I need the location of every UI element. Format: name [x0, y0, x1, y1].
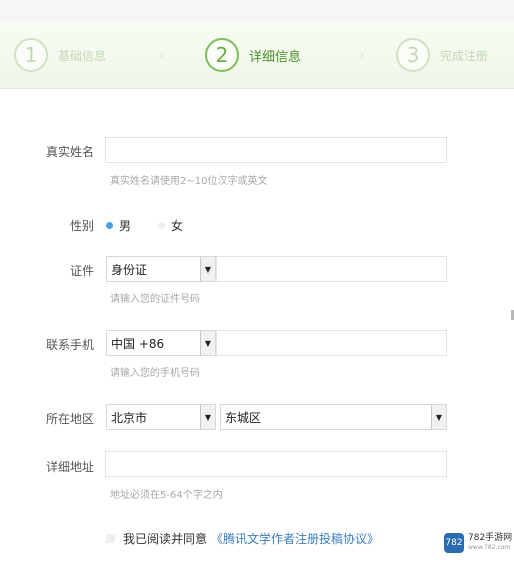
watermark-title: 782手游网	[468, 533, 513, 543]
triangle-down-icon[interactable]: ▼	[431, 405, 446, 429]
address-hint: 地址必须在5-64个字之内	[110, 490, 223, 501]
step-progress-bar: 1 基础信息 › 2 详细信息 › 3 完成注册	[0, 22, 514, 89]
chevron-right-icon: ›	[160, 48, 165, 62]
triangle-down-icon[interactable]: ▼	[200, 331, 215, 355]
real-name-label: 真实姓名	[45, 145, 94, 159]
step-1-number: 1	[14, 38, 48, 72]
step-1-label: 基础信息	[58, 48, 107, 63]
id-type-select[interactable]: 身份证 ▼	[106, 256, 216, 282]
triangle-down-icon[interactable]: ▼	[200, 257, 215, 281]
step-2-number: 2	[205, 38, 239, 72]
agree-checkbox[interactable]	[106, 534, 115, 543]
gender-female-radio[interactable]: 女	[158, 217, 183, 234]
id-number-input[interactable]	[216, 256, 447, 282]
gender-male-radio[interactable]: 男	[106, 217, 131, 234]
triangle-down-icon[interactable]: ▼	[200, 405, 215, 429]
step-3-label: 完成注册	[440, 48, 489, 63]
district-value: 东城区	[225, 410, 262, 425]
real-name-hint: 真实姓名请使用2~10位汉字或英文	[110, 176, 268, 187]
agreement-row: 我已阅读并同意 《腾讯文学作者注册投稿协议》	[106, 530, 379, 547]
chevron-right-icon: ›	[360, 48, 365, 62]
agreement-link[interactable]: 《腾讯文学作者注册投稿协议》	[211, 530, 379, 547]
id-type-value: 身份证	[111, 262, 148, 277]
id-type-label: 证件	[69, 264, 94, 278]
phone-country-select[interactable]: 中国 +86 ▼	[106, 330, 216, 356]
top-bar	[0, 0, 514, 22]
step-2-label: 详细信息	[249, 49, 302, 65]
step-3-number: 3	[396, 38, 430, 72]
city-select[interactable]: 北京市 ▼	[106, 404, 216, 430]
watermark-logo: 782 782手游网 www.782.com	[444, 533, 512, 553]
step-complete: 3 完成注册	[396, 22, 488, 88]
id-number-hint: 请输入您的证件号码	[110, 294, 200, 305]
real-name-input[interactable]	[105, 137, 447, 163]
address-input[interactable]	[105, 451, 447, 477]
step-basic-info: 1 基础信息	[14, 22, 106, 88]
gender-male-label: 男	[119, 219, 132, 233]
gender-label: 性别	[69, 219, 94, 233]
gender-female-label: 女	[171, 219, 184, 233]
region-label: 所在地区	[45, 412, 94, 426]
phone-label: 联系手机	[45, 338, 94, 352]
radio-selected-icon	[106, 222, 113, 229]
step-detail-info: 2 详细信息	[205, 22, 301, 88]
city-value: 北京市	[111, 410, 148, 425]
district-select[interactable]: 东城区 ▼	[220, 404, 447, 430]
phone-country-value: 中国 +86	[111, 336, 165, 351]
phone-input[interactable]	[216, 330, 447, 356]
agree-text: 我已阅读并同意	[123, 532, 208, 546]
address-label: 详细地址	[45, 460, 94, 474]
radio-unselected-icon	[158, 222, 165, 229]
watermark-url: www.782.com	[468, 544, 511, 551]
watermark-icon: 782	[444, 533, 464, 553]
watermark-text: 782手游网 www.782.com	[468, 533, 512, 553]
phone-hint: 请输入您的手机号码	[110, 368, 200, 379]
